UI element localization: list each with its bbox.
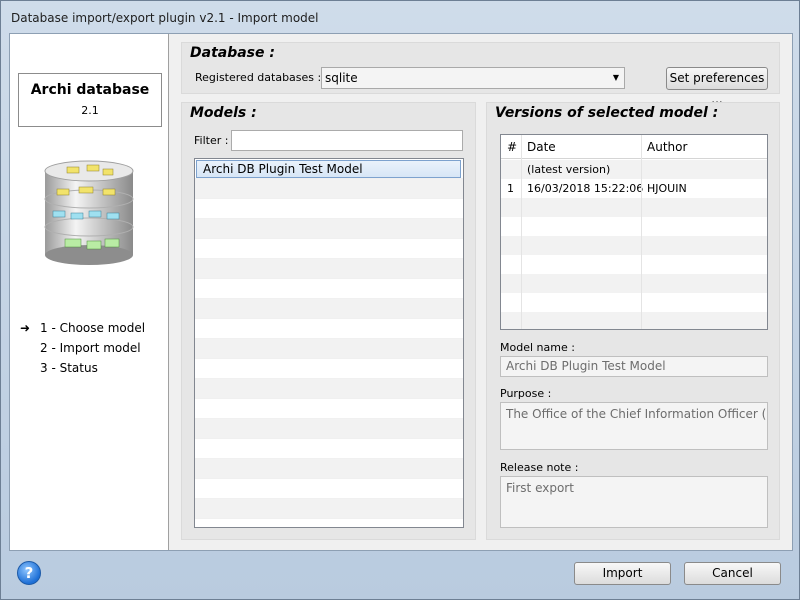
versions-group-title: Versions of selected model : xyxy=(495,105,719,121)
wizard-step: 2 - Import model xyxy=(20,340,145,360)
current-step-arrow-icon: ➜ xyxy=(20,321,31,335)
database-icon xyxy=(43,159,135,272)
versions-table-header: # Date Author xyxy=(501,135,767,159)
filter-input[interactable] xyxy=(231,130,463,151)
model-name-field[interactable]: Archi DB Plugin Test Model xyxy=(500,356,768,377)
dialog-content: Archi database 2.1 ➜ 1 - Choose model 2 … xyxy=(9,33,793,551)
wizard-step-label: 3 - Status xyxy=(40,361,98,375)
cancel-button[interactable]: Cancel xyxy=(684,562,781,585)
purpose-field[interactable]: The Office of the Chief Information Offi… xyxy=(500,402,768,450)
wizard-side-panel: Archi database 2.1 ➜ 1 - Choose model 2 … xyxy=(10,34,169,550)
wizard-step-label: 2 - Import model xyxy=(40,341,141,355)
models-group-title: Models : xyxy=(190,105,257,121)
release-note-label: Release note : xyxy=(500,461,579,474)
window-title: Database import/export plugin v2.1 - Imp… xyxy=(11,11,319,25)
wizard-steps: ➜ 1 - Choose model 2 - Import model 3 - … xyxy=(20,320,145,380)
column-header-date[interactable]: Date xyxy=(521,135,556,159)
database-info-box: Archi database 2.1 xyxy=(18,73,162,127)
import-model-window: Database import/export plugin v2.1 - Imp… xyxy=(0,0,800,600)
wizard-step: 3 - Status xyxy=(20,360,145,380)
database-name: Archi database xyxy=(30,82,150,98)
set-preferences-button[interactable]: Set preferences ... xyxy=(666,67,768,106)
release-note-field[interactable]: First export xyxy=(500,476,768,528)
registered-databases-label: Registered databases : xyxy=(195,71,322,84)
database-group: Database : Registered databases : sqlite… xyxy=(181,42,780,106)
registered-databases-combo[interactable]: sqlite ▼ xyxy=(321,67,625,89)
model-list-item[interactable]: Archi DB Plugin Test Model xyxy=(196,160,461,178)
import-button[interactable]: Import xyxy=(574,562,671,585)
wizard-step-label: 1 - Choose model xyxy=(40,321,146,335)
column-header-number[interactable]: # xyxy=(501,135,517,159)
column-header-author[interactable]: Author xyxy=(641,135,687,159)
wizard-step: ➜ 1 - Choose model xyxy=(20,320,145,340)
help-icon[interactable]: ? xyxy=(17,561,41,585)
table-row[interactable]: (latest version) xyxy=(501,160,767,179)
database-group-title: Database : xyxy=(190,45,275,61)
models-group: Models : Filter : Archi DB Plugin Test M… xyxy=(181,102,476,540)
registered-databases-value: sqlite xyxy=(325,71,358,85)
model-name-label: Model name : xyxy=(500,341,575,354)
purpose-label: Purpose : xyxy=(500,387,552,400)
database-version: 2.1 xyxy=(81,104,99,117)
chevron-down-icon: ▼ xyxy=(612,73,620,82)
versions-table[interactable]: # Date Author (latest version) 1 16/03/2… xyxy=(500,134,768,330)
versions-group: Versions of selected model : # Date Auth… xyxy=(486,102,780,540)
table-row[interactable]: 1 16/03/2018 15:22:06 HJOUIN xyxy=(501,179,767,198)
models-list[interactable]: Archi DB Plugin Test Model xyxy=(194,158,464,528)
filter-label: Filter : xyxy=(194,134,229,147)
